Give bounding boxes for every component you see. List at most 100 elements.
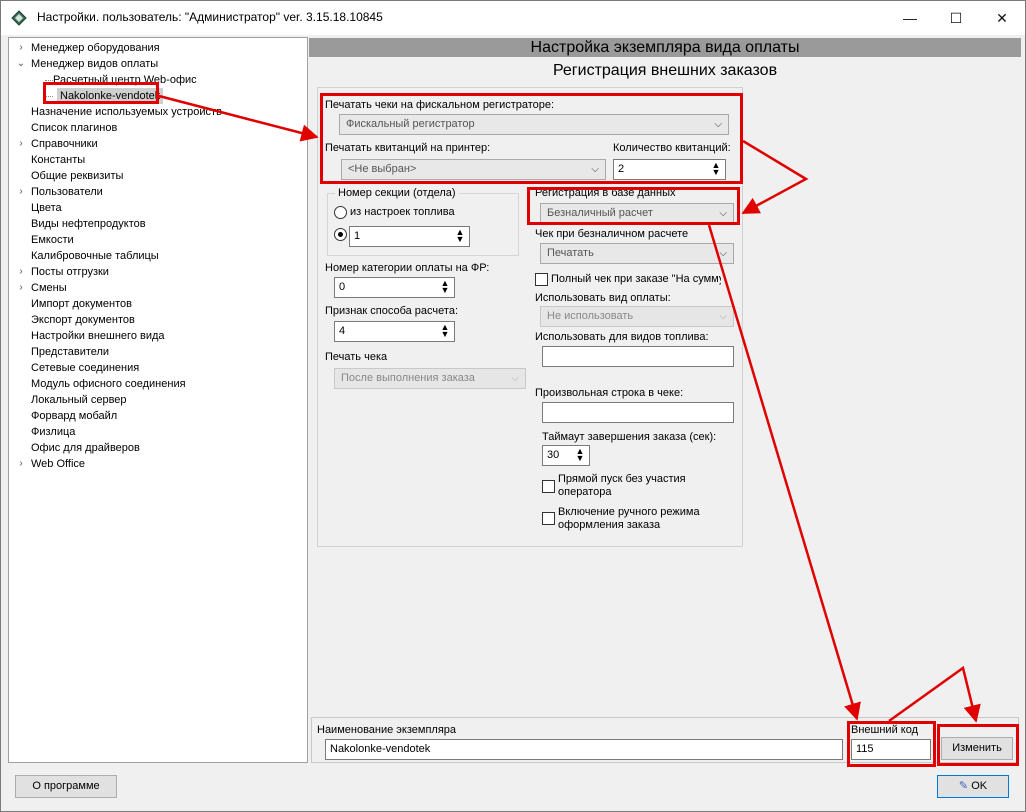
tree-item[interactable]: Цвета — [31, 200, 62, 216]
full-check-checkbox[interactable] — [535, 273, 548, 286]
tree-expander-icon[interactable] — [16, 296, 26, 312]
tree-expander-icon[interactable] — [16, 120, 26, 136]
timeout-input[interactable]: 30 ▲ ▼ — [542, 445, 590, 466]
tree-expander-icon[interactable] — [16, 104, 26, 120]
tree-item[interactable]: Web Office — [31, 456, 85, 472]
tree-item[interactable]: Константы — [31, 152, 85, 168]
tree-item-label: Калибровочные таблицы — [31, 250, 159, 262]
tree-item[interactable]: Офис для драйверов — [31, 440, 140, 456]
tree-item-label: Представители — [31, 346, 110, 358]
instance-name-input[interactable]: Nakolonke-vendotek — [325, 739, 843, 760]
timeout-label: Таймаут завершения заказа (сек): — [542, 431, 717, 443]
calc-method-value: 4 — [339, 325, 346, 337]
radio-section-number[interactable] — [334, 228, 347, 241]
tree-item-label: Менеджер оборудования — [31, 42, 160, 54]
tree-expander-icon[interactable] — [16, 424, 26, 440]
spinner-icon[interactable]: ▲ ▼ — [453, 228, 467, 244]
tree-item[interactable]: Импорт документов — [31, 296, 132, 312]
custom-line-input[interactable] — [542, 402, 734, 423]
tree-item[interactable]: Назначение используемых устройств — [31, 104, 222, 120]
chevron-down-icon: ⌵ — [719, 311, 727, 322]
tree-expander-icon[interactable] — [16, 168, 26, 184]
tree-item[interactable]: Экспорт документов — [31, 312, 135, 328]
tree-expander-icon[interactable] — [16, 440, 26, 456]
instance-name-label: Наименование экземпляра — [317, 724, 457, 736]
tree-expander-icon[interactable]: › — [16, 40, 26, 56]
tree-expander-icon[interactable] — [16, 152, 26, 168]
tree-item[interactable]: Менеджер оборудования — [31, 40, 160, 56]
tree-item[interactable]: Менеджер видов оплаты — [31, 56, 158, 72]
calc-method-label: Признак способа расчета: — [325, 305, 458, 317]
tree-item-label: Настройки внешнего вида — [31, 330, 165, 342]
use-payment-type-label: Использовать вид оплаты: — [535, 292, 671, 304]
tree-item[interactable]: Модуль офисного соединения — [31, 376, 186, 392]
tree-expander-icon[interactable] — [16, 88, 26, 104]
fuel-types-label: Использовать для видов топлива: — [535, 331, 709, 343]
tree-item-label: Цвета — [31, 202, 62, 214]
tree-item[interactable]: Общие реквизиты — [31, 168, 123, 184]
tree-expander-icon[interactable] — [16, 408, 26, 424]
ok-button[interactable]: ✎ OK — [937, 775, 1009, 798]
tree-expander-icon[interactable] — [16, 216, 26, 232]
print-check-select[interactable]: После выполнения заказа ⌵ — [334, 368, 526, 389]
tree-item[interactable]: Представители — [31, 344, 109, 360]
tree-item[interactable]: Настройки внешнего вида — [31, 328, 165, 344]
cashless-check-select[interactable]: Печатать ⌵ — [540, 243, 734, 264]
settings-tree[interactable]: Менеджер оборудования › Менеджер видов опл… — [8, 37, 308, 763]
annotation-box-change — [937, 724, 1019, 766]
close-button[interactable]: ✕ — [979, 1, 1025, 35]
calc-method-input[interactable]: 4 ▲ ▼ — [334, 321, 455, 342]
tree-item[interactable]: Физлица — [31, 424, 75, 440]
tree-expander-icon[interactable]: › — [16, 264, 26, 280]
close-icon: ✕ — [996, 9, 1008, 26]
fuel-types-input[interactable] — [542, 346, 734, 367]
spinner-icon[interactable]: ▲ ▼ — [438, 323, 452, 339]
radio-from-fuel-label: из настроек топлива — [350, 206, 455, 218]
tree-expander-icon[interactable] — [16, 376, 26, 392]
annotation-box-tree — [43, 82, 159, 104]
tree-expander-icon[interactable] — [16, 392, 26, 408]
spinner-icon[interactable]: ▲ ▼ — [573, 447, 587, 463]
tree-expander-icon[interactable] — [16, 328, 26, 344]
chevron-down-icon: ⌵ — [719, 248, 727, 259]
tree-item-label: Константы — [31, 154, 86, 166]
tree-expander-icon[interactable]: › — [16, 280, 26, 296]
use-payment-type-select[interactable]: Не использовать ⌵ — [540, 306, 734, 327]
tree-item[interactable]: Сетевые соединения — [31, 360, 139, 376]
maximize-button[interactable]: ☐ — [933, 1, 979, 35]
tree-expander-icon[interactable] — [16, 200, 26, 216]
tree-expander-icon[interactable]: › — [16, 136, 26, 152]
tree-expander-icon[interactable] — [16, 360, 26, 376]
tree-item-label: Справочники — [31, 138, 98, 150]
payment-category-input[interactable]: 0 ▲ ▼ — [334, 277, 455, 298]
minimize-button[interactable]: — — [887, 1, 933, 35]
tree-expander-icon[interactable] — [16, 72, 26, 88]
app-logo-icon — [11, 10, 27, 26]
tree-expander-icon[interactable]: › — [16, 184, 26, 200]
tree-item[interactable]: Форвард мобайл — [31, 408, 117, 424]
tree-item[interactable]: Справочники — [31, 136, 98, 152]
tree-expander-icon[interactable] — [16, 344, 26, 360]
tree-item[interactable]: Посты отгрузки — [31, 264, 109, 280]
tree-item[interactable]: Виды нефтепродуктов — [31, 216, 146, 232]
tree-item-label: Пользователи — [31, 186, 103, 198]
tree-expander-icon[interactable]: ⌄ — [16, 56, 26, 72]
about-button[interactable]: О программе — [15, 775, 117, 798]
tree-item[interactable]: Смены — [31, 280, 67, 296]
direct-start-checkbox[interactable] — [542, 480, 555, 493]
tree-expander-icon[interactable] — [16, 232, 26, 248]
spinner-icon[interactable]: ▲ ▼ — [438, 279, 452, 295]
tree-item[interactable]: Локальный сервер — [31, 392, 127, 408]
radio-from-fuel[interactable] — [334, 206, 347, 219]
print-check-label: Печать чека — [325, 351, 388, 363]
tree-item[interactable]: Калибровочные таблицы — [31, 248, 159, 264]
manual-mode-checkbox[interactable] — [542, 512, 555, 525]
tree-expander-icon[interactable] — [16, 248, 26, 264]
panel-subheader: Регистрация внешних заказов — [552, 62, 778, 79]
tree-expander-icon[interactable]: › — [16, 456, 26, 472]
tree-item[interactable]: Список плагинов — [31, 120, 117, 136]
tree-item[interactable]: Пользователи — [31, 184, 103, 200]
section-number-input[interactable]: 1 ▲ ▼ — [349, 226, 470, 247]
tree-expander-icon[interactable] — [16, 312, 26, 328]
tree-item[interactable]: Емкости — [31, 232, 74, 248]
